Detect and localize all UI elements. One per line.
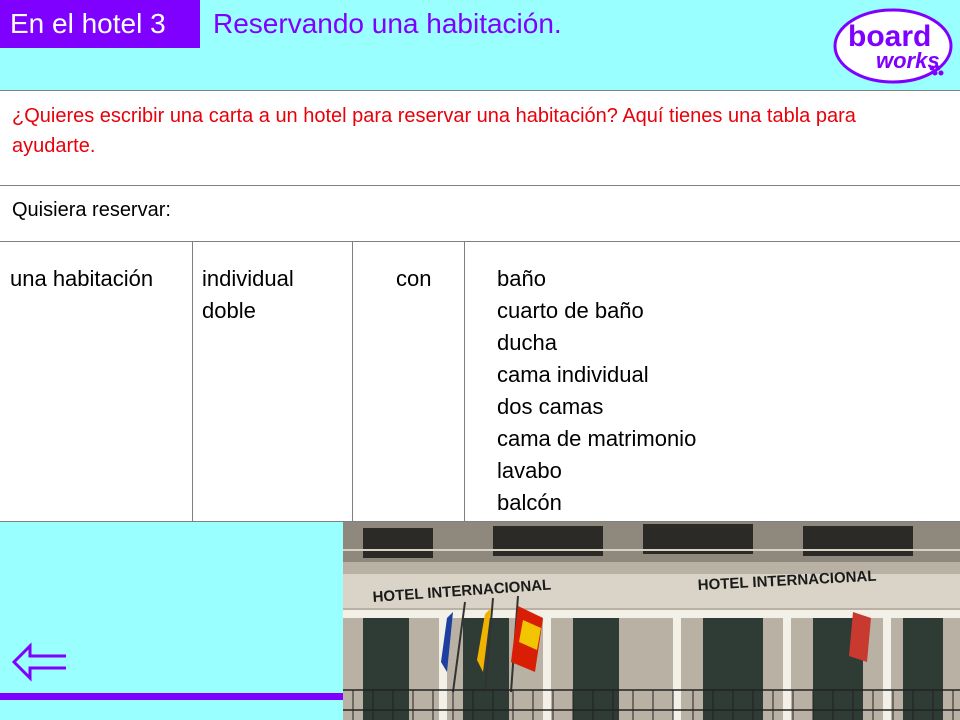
col-room: una habitación xyxy=(10,266,154,291)
list-item: cama individual xyxy=(497,362,649,387)
table-header: Quisiera reservar: xyxy=(12,199,171,221)
list-item: dos camas xyxy=(497,394,604,419)
back-arrow-icon[interactable] xyxy=(12,642,68,682)
column-divider xyxy=(352,241,353,522)
column-divider xyxy=(192,241,193,522)
divider xyxy=(0,185,960,186)
content-panel: ¿Quieres escribir una carta a un hotel p… xyxy=(0,90,960,522)
boardworks-logo: board works xyxy=(833,8,953,84)
list-item: balcón xyxy=(497,490,562,515)
column-divider xyxy=(464,241,465,522)
list-item: baño xyxy=(497,266,546,291)
col-features: baño cuarto de baño ducha cama individual do… xyxy=(497,263,696,519)
section-badge: En el hotel 3 xyxy=(0,0,200,48)
divider xyxy=(0,241,960,242)
list-item: individual xyxy=(202,266,294,291)
list-item: doble xyxy=(202,298,256,323)
list-item: lavabo xyxy=(497,458,562,483)
hotel-photo: HOTEL INTERNACIONAL HOTEL INTERNACIONAL xyxy=(343,522,960,720)
col-con: con xyxy=(396,266,432,291)
intro-text: ¿Quieres escribir una carta a un hotel p… xyxy=(12,105,856,157)
page-title: Reservando una habitación. xyxy=(213,8,562,39)
section-label: En el hotel 3 xyxy=(10,8,166,39)
col-type: individual doble xyxy=(202,263,294,327)
list-item: cama de matrimonio xyxy=(497,426,697,451)
bottom-bar xyxy=(0,693,343,700)
list-item: ducha xyxy=(497,330,557,355)
list-item: cuarto de baño xyxy=(497,298,644,323)
